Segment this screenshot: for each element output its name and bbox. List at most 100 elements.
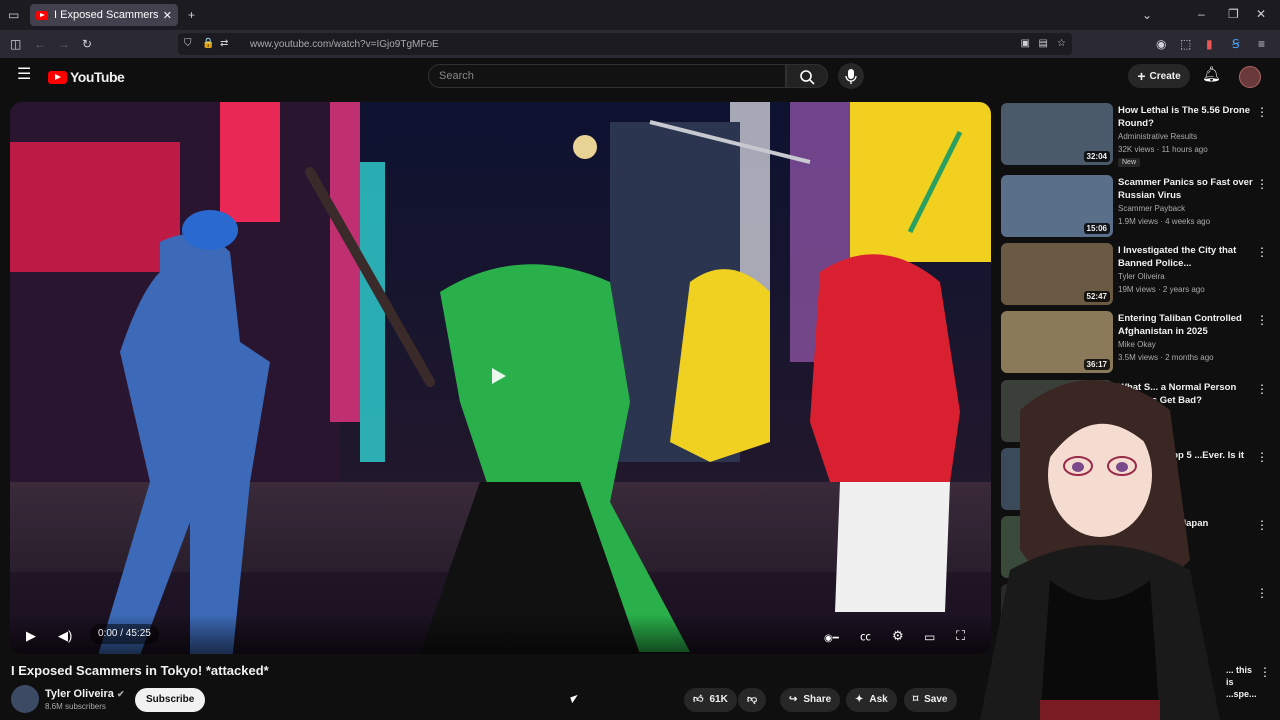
save-button[interactable]: ⌑ Save (904, 688, 957, 712)
bookmark-icon: ⌑ (913, 694, 919, 705)
translate-extension-icon[interactable]: Ꞩ (1232, 37, 1240, 51)
vtuber-avatar-overlay (980, 380, 1220, 720)
video-title: I Exposed Scammers in Tokyo! *attacked* (11, 663, 269, 678)
browser-nav-bar: ◫ ← → ↻ ⛉ 🔒 ⇄ www.youtube.com/watch?v=IG… (0, 30, 1280, 58)
video-player[interactable]: ▶ ◀︎) 0:00 / 45:25 ◉━ ㏄ ⚙ ▭ ⛶ (10, 102, 991, 654)
lock-icon[interactable]: 🔒 (202, 37, 214, 51)
url-text: www.youtube.com/watch?v=IGjo9TgMFoE (250, 38, 439, 50)
more-options-icon[interactable]: ⋮ (1256, 245, 1268, 259)
volume-icon[interactable]: ◀︎) (58, 628, 72, 644)
tab-list-icon[interactable]: ▭ (8, 8, 19, 22)
forward-icon[interactable]: → (58, 37, 70, 51)
channel-name[interactable]: Tyler Oliveira ✔ (45, 688, 125, 700)
autoplay-toggle[interactable]: ◉━ (824, 633, 839, 644)
subscriber-count: 8.6M subscribers (45, 701, 106, 711)
more-options-icon[interactable]: ⋮ (1256, 313, 1268, 327)
thumbs-up-icon: 👍︎ (693, 694, 704, 705)
captions-icon[interactable]: ㏄ (860, 628, 871, 644)
thumbs-down-icon: 👎︎ (747, 694, 758, 705)
ask-button[interactable]: ✦ Ask (846, 688, 897, 712)
voice-search-button[interactable] (838, 63, 864, 89)
recommendation-item[interactable]: 36:17 Entering Taliban Controlled Afghani… (1001, 311, 1271, 373)
recommendation-thumbnail[interactable]: 15:06 (1001, 175, 1113, 237)
dislike-button[interactable]: 👎︎ (738, 688, 767, 712)
reader-view-icon[interactable]: ▤ (1039, 37, 1048, 51)
microphone-icon (845, 69, 857, 84)
verified-check-icon: ✔ (116, 688, 125, 699)
extensions-icon[interactable]: ⬚ (1180, 37, 1191, 51)
recommendation-thumbnail[interactable]: 32:04 (1001, 103, 1113, 165)
recommendation-title[interactable]: Scammer Panics so Fast over Russian Viru… (1118, 176, 1258, 202)
recommendation-meta: 19M views · 2 years ago (1118, 285, 1205, 294)
close-window-icon[interactable]: ✕ (1256, 7, 1266, 21)
fullscreen-icon[interactable]: ⛶ (956, 628, 965, 644)
recommendation-title[interactable]: I Investigated the City that Banned Poli… (1118, 244, 1258, 270)
recommendation-channel[interactable]: Mike Okay (1118, 340, 1156, 349)
duration-badge: 32:04 (1083, 151, 1110, 162)
more-options-icon[interactable]: ⋮ (1256, 586, 1268, 600)
logo-text: YouTube (70, 69, 125, 85)
back-icon[interactable]: ← (34, 37, 46, 51)
tab-title: I Exposed Scammers in Tokyo! * (54, 9, 159, 21)
create-label: Create (1149, 70, 1181, 82)
more-options-icon[interactable]: ⋮ (1259, 665, 1271, 679)
channel-avatar[interactable] (11, 685, 39, 713)
channel-info: Tyler Oliveira ✔ 8.6M subscribers (11, 685, 125, 713)
shield-icon[interactable]: ⛉ (184, 37, 192, 51)
recommendation-item[interactable]: 15:06 Scammer Panics so Fast over Russian… (1001, 175, 1271, 237)
close-tab-icon[interactable]: ✕ (163, 9, 172, 22)
url-bar[interactable]: ⛉ 🔒 ⇄ www.youtube.com/watch?v=IGjo9TgMFo… (178, 33, 1072, 55)
more-options-icon[interactable]: ⋮ (1256, 382, 1268, 396)
settings-gear-icon[interactable]: ⚙ (892, 628, 904, 644)
reload-icon[interactable]: ↻ (82, 37, 92, 51)
more-options-icon[interactable]: ⋮ (1256, 450, 1268, 464)
more-options-icon[interactable]: ⋮ (1256, 177, 1268, 191)
more-options-icon[interactable]: ⋮ (1256, 518, 1268, 532)
theater-mode-icon[interactable]: ▭ (924, 630, 935, 644)
player-controls: ▶ ◀︎) 0:00 / 45:25 ◉━ ㏄ ⚙ ▭ ⛶ (10, 614, 991, 654)
more-options-icon[interactable]: ⋮ (1256, 105, 1268, 119)
recommendation-channel[interactable]: Tyler Oliveira (1118, 272, 1165, 281)
like-count: 61K (709, 694, 728, 705)
recommendation-item[interactable]: 32:04 How Lethal is The 5.56 Drone Round?… (1001, 103, 1271, 167)
hamburger-menu-icon[interactable]: ☰ (17, 67, 31, 83)
play-icon[interactable]: ▶ (26, 628, 36, 644)
recommendation-thumbnail[interactable]: 52:47 (1001, 243, 1113, 305)
menu-icon[interactable]: ≡ (1258, 37, 1265, 51)
new-tab-button[interactable]: + (188, 8, 195, 22)
recommendation-meta: 32K views · 11 hours ago (1118, 145, 1208, 154)
recommendation-channel[interactable]: Scammer Payback (1118, 204, 1185, 213)
ask-label: Ask (869, 694, 888, 705)
chevron-down-icon[interactable]: ⌄ (1142, 8, 1152, 22)
subscribe-button[interactable]: Subscribe (135, 688, 206, 712)
sparkle-icon: ✦ (855, 694, 864, 705)
recommendation-thumbnail[interactable]: 36:17 (1001, 311, 1113, 373)
account-icon[interactable]: ◉ (1156, 37, 1166, 51)
search-icon (800, 70, 815, 85)
search-input[interactable]: Search (428, 64, 786, 88)
extension-badge-icon[interactable]: ▮ (1206, 37, 1213, 51)
recommendation-title[interactable]: How Lethal is The 5.56 Drone Round? (1118, 104, 1258, 130)
like-button[interactable]: 👍︎ 61K (684, 688, 737, 712)
permissions-icon[interactable]: ⇄ (220, 37, 228, 51)
sidebar-toggle-icon[interactable]: ◫ (10, 37, 21, 51)
search-button[interactable] (786, 64, 828, 88)
minimize-icon[interactable]: – (1198, 7, 1205, 21)
create-button[interactable]: + Create (1128, 64, 1190, 88)
bookmark-star-icon[interactable]: ☆ (1057, 37, 1066, 51)
notifications-bell-icon[interactable]: 🔔︎ (1202, 67, 1221, 82)
browser-tab-bar: ▭ I Exposed Scammers in Tokyo! * ✕ + ⌄ –… (0, 0, 1280, 30)
plus-icon: + (1137, 68, 1146, 84)
recommendation-channel[interactable]: Administrative Results (1118, 132, 1197, 141)
youtube-logo[interactable]: YouTube (48, 69, 125, 85)
recommendation-title[interactable]: Entering Taliban Controlled Afghanistan … (1118, 312, 1258, 338)
recommendation-item[interactable]: 52:47 I Investigated the City that Banned… (1001, 243, 1271, 305)
screenshot-icon[interactable]: ▣ (1021, 37, 1030, 51)
recommendation-meta: 1.9M views · 4 weeks ago (1118, 217, 1211, 226)
restore-icon[interactable]: ❐ (1228, 7, 1239, 21)
center-play-icon[interactable] (492, 368, 506, 384)
time-display: 0:00 / 45:25 (90, 624, 159, 644)
share-button[interactable]: ↪ Share (780, 688, 841, 712)
user-avatar[interactable] (1239, 66, 1261, 88)
browser-tab[interactable]: I Exposed Scammers in Tokyo! * ✕ (30, 4, 178, 26)
